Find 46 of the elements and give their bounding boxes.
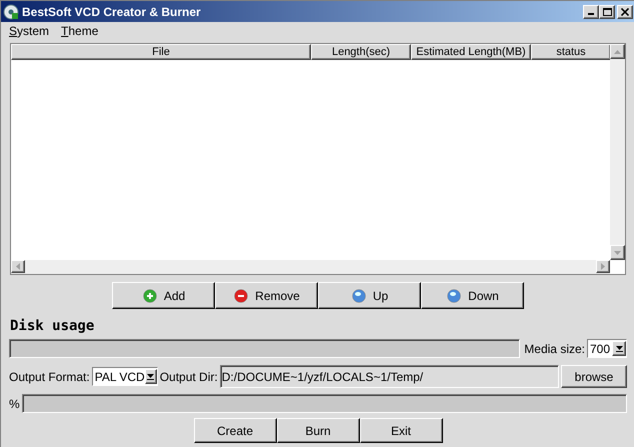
dropdown[interactable]: PAL VCD bbox=[92, 367, 158, 386]
minimize-button[interactable] bbox=[583, 4, 599, 18]
caret-icon bbox=[147, 374, 154, 380]
add-button[interactable]: Add bbox=[112, 282, 215, 309]
maximize-icon bbox=[602, 8, 612, 16]
scroll-right-button[interactable] bbox=[596, 260, 610, 273]
field-label: Output Format: bbox=[9, 370, 90, 384]
field-label: Output Dir: bbox=[160, 370, 218, 384]
column-header[interactable]: status bbox=[531, 44, 611, 60]
dropdown[interactable]: 700 bbox=[587, 339, 627, 358]
action-button[interactable]: Exit bbox=[360, 418, 442, 443]
down-button[interactable]: Down bbox=[421, 282, 524, 309]
vertical-scrollbar[interactable] bbox=[610, 44, 625, 260]
window-title: BestSoft VCD Creator & Burner bbox=[22, 4, 202, 18]
down-arrow-icon bbox=[614, 250, 621, 254]
scroll-up-button[interactable] bbox=[610, 44, 625, 59]
left-arrow-icon bbox=[16, 263, 20, 270]
action-button[interactable]: Create bbox=[194, 418, 276, 443]
input-field[interactable]: D:/DOCUME~1/yzf/LOCALS~1/Temp/ bbox=[220, 365, 559, 388]
field-label: Media size: bbox=[524, 342, 585, 356]
circle-icon bbox=[446, 288, 462, 304]
right-arrow-icon bbox=[601, 263, 605, 270]
browse-button[interactable]: browse bbox=[561, 365, 627, 388]
column-header[interactable]: Length(sec) bbox=[311, 44, 411, 60]
minus-circle-icon bbox=[233, 288, 250, 304]
horizontal-scrollbar[interactable] bbox=[11, 260, 610, 274]
menu-item[interactable]: Theme bbox=[55, 24, 104, 38]
column-header[interactable]: Estimated Length(MB) bbox=[411, 44, 531, 60]
close-button[interactable] bbox=[617, 4, 633, 18]
close-icon bbox=[621, 8, 629, 16]
section-heading: Disk usage bbox=[10, 318, 96, 334]
scroll-down-button[interactable] bbox=[610, 245, 625, 260]
menu-item[interactable]: System bbox=[3, 24, 56, 38]
plus-circle-icon bbox=[142, 288, 158, 304]
maximize-button[interactable] bbox=[599, 4, 615, 18]
caret-icon bbox=[616, 346, 622, 352]
progress-label: % bbox=[9, 396, 20, 410]
scroll-left-button[interactable] bbox=[11, 260, 25, 273]
remove-button[interactable]: Remove bbox=[215, 282, 318, 309]
minimize-icon bbox=[588, 13, 594, 15]
circle-icon bbox=[350, 288, 367, 304]
disc-icon bbox=[3, 4, 19, 20]
action-button[interactable]: Burn bbox=[276, 418, 360, 443]
up-button[interactable]: Up bbox=[318, 282, 421, 309]
column-header[interactable]: File bbox=[11, 44, 311, 60]
up-arrow-icon bbox=[614, 50, 621, 54]
